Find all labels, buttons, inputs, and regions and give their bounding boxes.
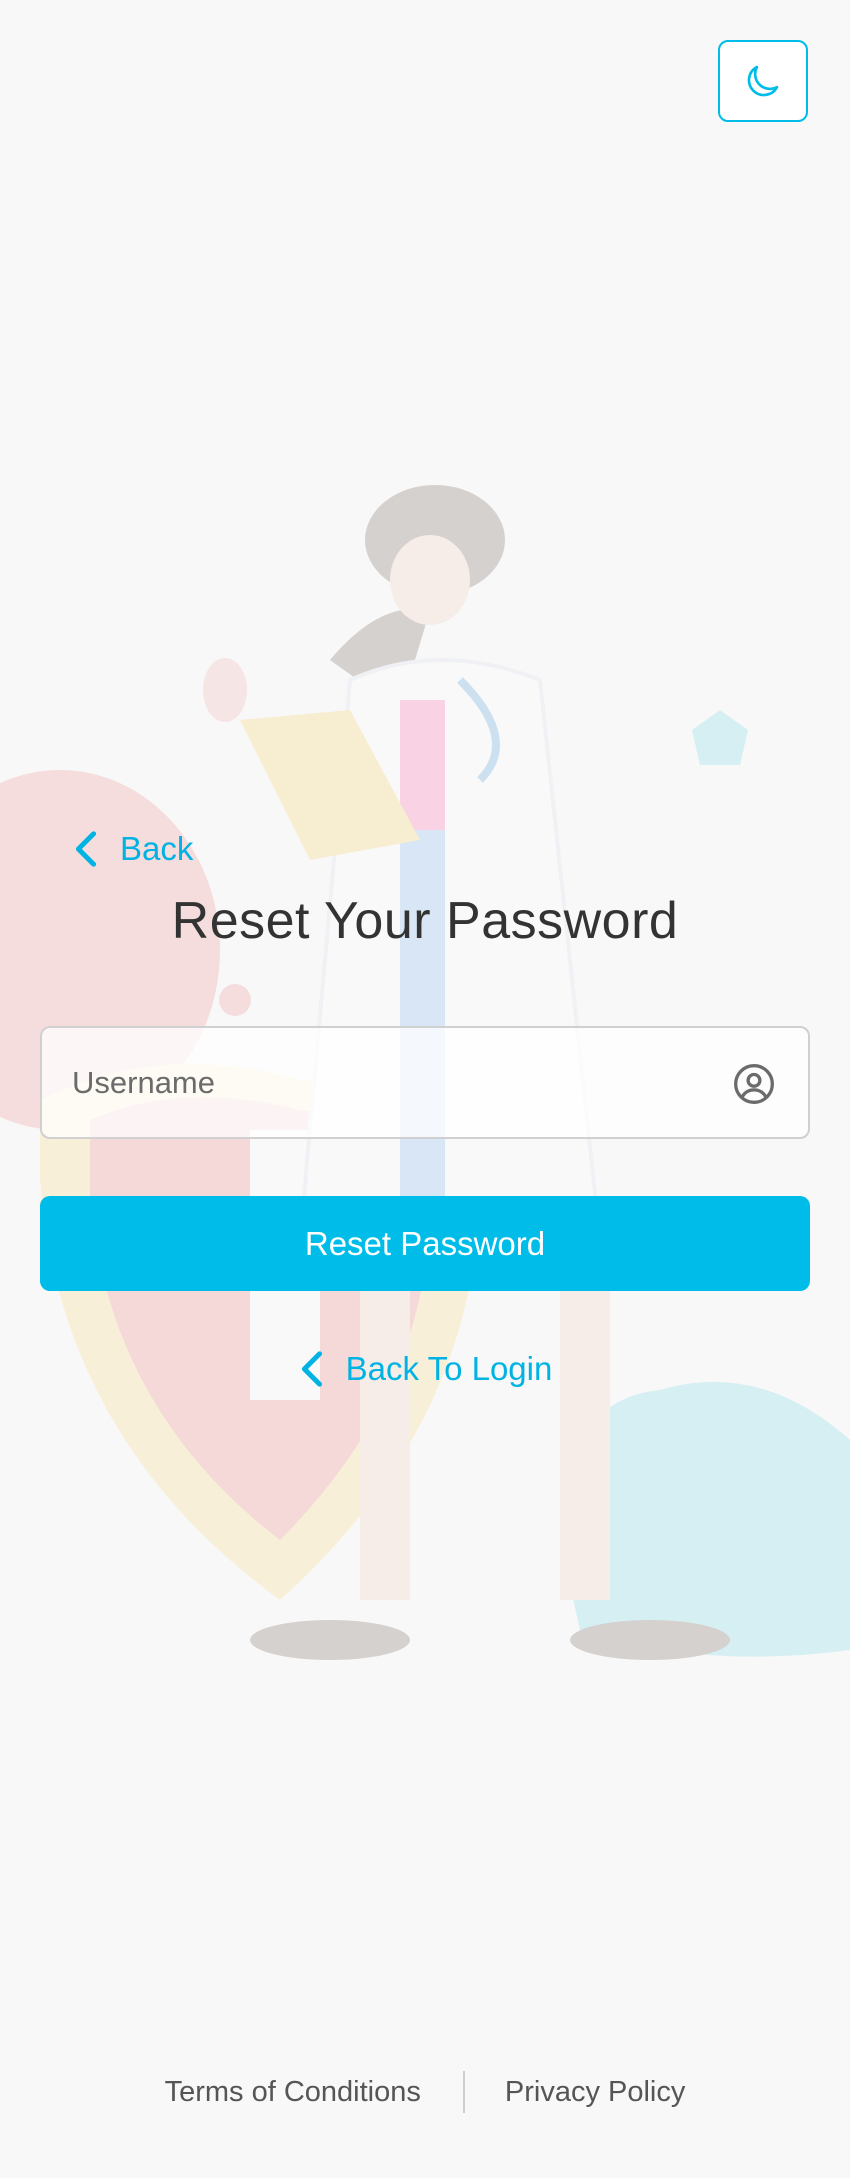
theme-toggle-button[interactable]	[718, 40, 808, 122]
back-to-login-row: Back To Login	[0, 1346, 850, 1392]
reset-password-button[interactable]: Reset Password	[40, 1196, 810, 1291]
moon-icon	[747, 65, 779, 97]
back-link[interactable]: Back	[72, 826, 193, 872]
back-to-login-label: Back To Login	[345, 1350, 553, 1387]
chevron-left-icon	[75, 831, 97, 867]
user-circle-icon	[734, 1064, 774, 1104]
back-to-login-link[interactable]: Back To Login	[298, 1350, 553, 1388]
footer-divider	[462, 2071, 465, 2113]
back-link-label: Back	[120, 830, 194, 867]
chevron-left-icon	[301, 1351, 322, 1387]
terms-link[interactable]: Terms of Conditions	[165, 2076, 421, 2109]
username-input[interactable]	[72, 1028, 712, 1137]
footer: Terms of Conditions Privacy Policy	[0, 2068, 850, 2116]
username-field	[40, 1026, 810, 1139]
privacy-policy-link[interactable]: Privacy Policy	[505, 2076, 686, 2109]
page-title: Reset Your Password	[171, 892, 679, 950]
